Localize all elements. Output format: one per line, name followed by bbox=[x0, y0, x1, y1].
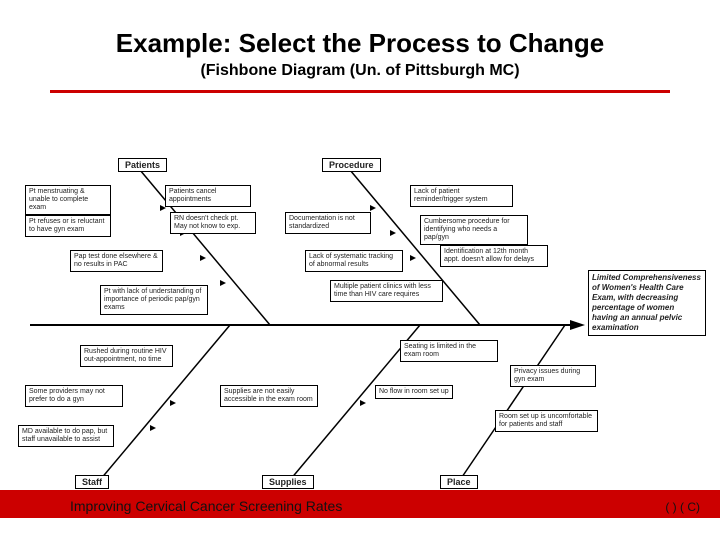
category-patients: Patients bbox=[118, 158, 167, 172]
cause-patients-5: Pt with lack of understanding of importa… bbox=[100, 285, 208, 315]
cause-patients-3: RN doesn't check pt. May not know to exp… bbox=[170, 212, 256, 234]
cause-procedure-5: Multiple patient clinics with less time … bbox=[330, 280, 443, 302]
footer-label: Improving Cervical Cancer Screening Rate… bbox=[70, 498, 342, 514]
cause-patients-1: Pt refuses or is reluctant to have gyn e… bbox=[25, 215, 111, 237]
cause-staff-2: MD available to do pap, but staff unavai… bbox=[18, 425, 114, 447]
category-place: Place bbox=[440, 475, 478, 489]
cause-place-1: No flow in room set up bbox=[375, 385, 453, 399]
cause-staff-1: Some providers may not prefer to do a gy… bbox=[25, 385, 123, 407]
cause-place-3: Room set up is uncomfortable for patient… bbox=[495, 410, 598, 432]
cause-patients-0: Pt menstruating & unable to complete exa… bbox=[25, 185, 111, 215]
category-staff: Staff bbox=[75, 475, 109, 489]
slide-title: Example: Select the Process to Change bbox=[0, 28, 720, 59]
category-supplies: Supplies bbox=[262, 475, 314, 489]
cause-procedure-3: Lack of systematic tracking of abnormal … bbox=[305, 250, 403, 272]
category-procedure: Procedure bbox=[322, 158, 381, 172]
footer-right: ( ) ( C) bbox=[665, 500, 700, 514]
cause-place-2: Privacy issues during gyn exam bbox=[510, 365, 596, 387]
cause-procedure-0: Lack of patient reminder/trigger system bbox=[410, 185, 513, 207]
cause-supplies-0: Supplies are not easily accessible in th… bbox=[220, 385, 318, 407]
fishbone-diagram: Patients Procedure Staff Supplies Place … bbox=[10, 150, 710, 500]
cause-procedure-1: Documentation is not standardized bbox=[285, 212, 371, 234]
divider bbox=[50, 90, 670, 93]
cause-patients-2: Patients cancel appointments bbox=[165, 185, 251, 207]
cause-staff-0: Rushed during routine HIV out-appointmen… bbox=[80, 345, 173, 367]
cause-procedure-2: Cumbersome procedure for identifying who… bbox=[420, 215, 528, 245]
cause-patients-4: Pap test done elsewhere & no results in … bbox=[70, 250, 163, 272]
cause-procedure-4: Identification at 12th month appt. doesn… bbox=[440, 245, 548, 267]
effect-box: Limited Comprehensiveness of Women's Hea… bbox=[588, 270, 706, 336]
slide-subtitle: (Fishbone Diagram (Un. of Pittsburgh MC) bbox=[0, 62, 720, 80]
cause-place-0: Seating is limited in the exam room bbox=[400, 340, 498, 362]
